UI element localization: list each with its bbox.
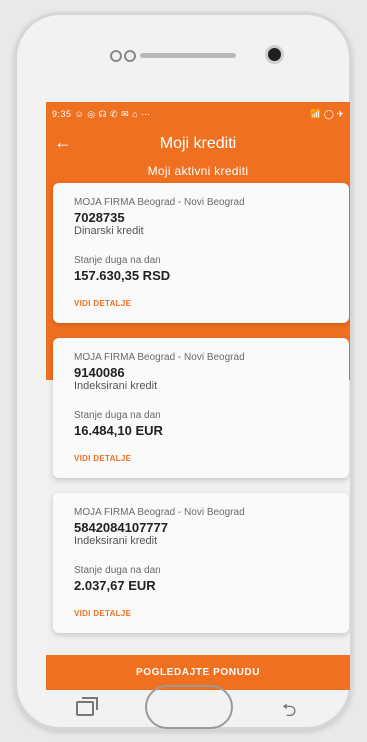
- sensor-icon: [110, 50, 122, 62]
- back-nav-icon[interactable]: ⮌: [282, 698, 296, 728]
- loan-type: Indeksirani kredit: [74, 535, 158, 547]
- balance-amount: 157.630,35 RSD: [74, 268, 171, 283]
- home-button[interactable]: [145, 685, 233, 729]
- loan-type: Indeksirani kredit: [74, 380, 158, 392]
- status-right-icons: 📶 ◯ ✈: [310, 109, 344, 119]
- recent-apps-icon-back: [82, 697, 98, 710]
- view-details-link[interactable]: VIDI DETALJE: [74, 609, 131, 618]
- company-name: MOJA FIRMA Beograd - Novi Beograd: [74, 197, 245, 208]
- company-name: MOJA FIRMA Beograd - Novi Beograd: [74, 352, 245, 363]
- loan-number: 5842084107777: [74, 520, 168, 535]
- loan-card[interactable]: MOJA FIRMA Beograd - Novi Beograd 914008…: [53, 338, 349, 478]
- balance-label: Stanje duga na dan: [74, 565, 161, 576]
- loan-number: 9140086: [74, 365, 125, 380]
- company-name: MOJA FIRMA Beograd - Novi Beograd: [74, 507, 245, 518]
- loan-card[interactable]: MOJA FIRMA Beograd - Novi Beograd 584208…: [53, 493, 349, 633]
- loan-card[interactable]: MOJA FIRMA Beograd - Novi Beograd 702873…: [53, 183, 349, 323]
- view-details-link[interactable]: VIDI DETALJE: [74, 299, 131, 308]
- status-bar: 9:35 ☺ ◎ ☊ ✆ ✉ ⌂ ⋯ 📶 ◯ ✈: [46, 102, 350, 126]
- speaker-grille: [140, 53, 236, 58]
- balance-amount: 2.037,67 EUR: [74, 578, 156, 593]
- page-title: Moji krediti: [159, 135, 237, 152]
- loan-number: 7028735: [74, 210, 125, 225]
- balance-label: Stanje duga na dan: [74, 255, 161, 266]
- balance-label: Stanje duga na dan: [74, 410, 161, 421]
- loan-type: Dinarski kredit: [74, 225, 144, 237]
- sensor-icon: [124, 50, 136, 62]
- balance-amount: 16.484,10 EUR: [74, 423, 163, 438]
- phone-frame: 9:35 ☺ ◎ ☊ ✆ ✉ ⌂ ⋯ 📶 ◯ ✈ ← Moji krediti …: [14, 12, 352, 730]
- view-details-link[interactable]: VIDI DETALJE: [74, 454, 131, 463]
- page-subtitle: Moji aktivni krediti: [147, 164, 249, 178]
- app-screen: 9:35 ☺ ◎ ☊ ✆ ✉ ⌂ ⋯ 📶 ◯ ✈ ← Moji krediti …: [46, 102, 350, 690]
- front-camera: [265, 45, 284, 64]
- status-time-icons: 9:35 ☺ ◎ ☊ ✆ ✉ ⌂ ⋯: [52, 109, 151, 119]
